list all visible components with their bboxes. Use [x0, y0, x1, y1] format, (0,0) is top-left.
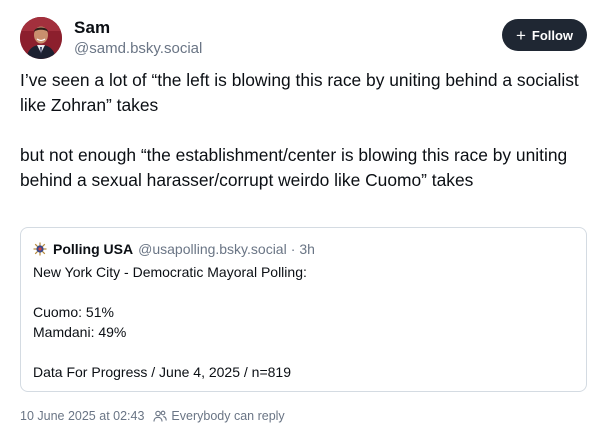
quote-blank-line [33, 342, 573, 362]
quote-line: New York City - Democratic Mayoral Polli… [33, 264, 307, 280]
quote-line: Cuomo: 51% [33, 304, 114, 320]
avatar-photo [20, 17, 62, 59]
quote-body: New York City - Democratic Mayoral Polli… [33, 262, 573, 382]
quote-separator: · [290, 241, 296, 257]
quote-line: Mamdani: 49% [33, 324, 127, 340]
quote-line: Data For Progress / June 4, 2025 / n=819 [33, 364, 291, 380]
quote-author-handle[interactable]: @usapolling.bsky.social [138, 241, 287, 257]
post-paragraph: but not enough “the establishment/center… [20, 145, 568, 190]
plus-icon: + [515, 25, 526, 45]
quote-timestamp[interactable]: 3h [299, 241, 315, 257]
author-handle[interactable]: @samd.bsky.social [74, 40, 202, 57]
post-timestamp[interactable]: 10 June 2025 at 02:43 [20, 409, 144, 423]
quote-header: Polling USA @usapolling.bsky.social · 3h [33, 241, 315, 257]
post-meta: 10 June 2025 at 02:43 Everybody can repl… [20, 409, 285, 423]
follow-button-label: Follow [531, 27, 574, 43]
post-text: I’ve seen a lot of “the left is blowing … [20, 68, 590, 193]
reply-setting: Everybody can reply [171, 409, 285, 423]
author-display-name[interactable]: Sam [74, 18, 110, 38]
polling-usa-avatar-icon[interactable] [33, 242, 47, 256]
post-card: Sam @samd.bsky.social + Follow I’ve seen… [0, 0, 600, 437]
quote-author-name[interactable]: Polling USA [53, 241, 133, 257]
post-paragraph: I’ve seen a lot of “the left is blowing … [20, 70, 579, 115]
users-icon [153, 410, 168, 422]
quote-blank-line [33, 282, 573, 302]
author-avatar[interactable] [20, 17, 62, 59]
quoted-post[interactable]: Polling USA @usapolling.bsky.social · 3h… [20, 227, 587, 392]
follow-button[interactable]: + Follow [502, 19, 587, 51]
